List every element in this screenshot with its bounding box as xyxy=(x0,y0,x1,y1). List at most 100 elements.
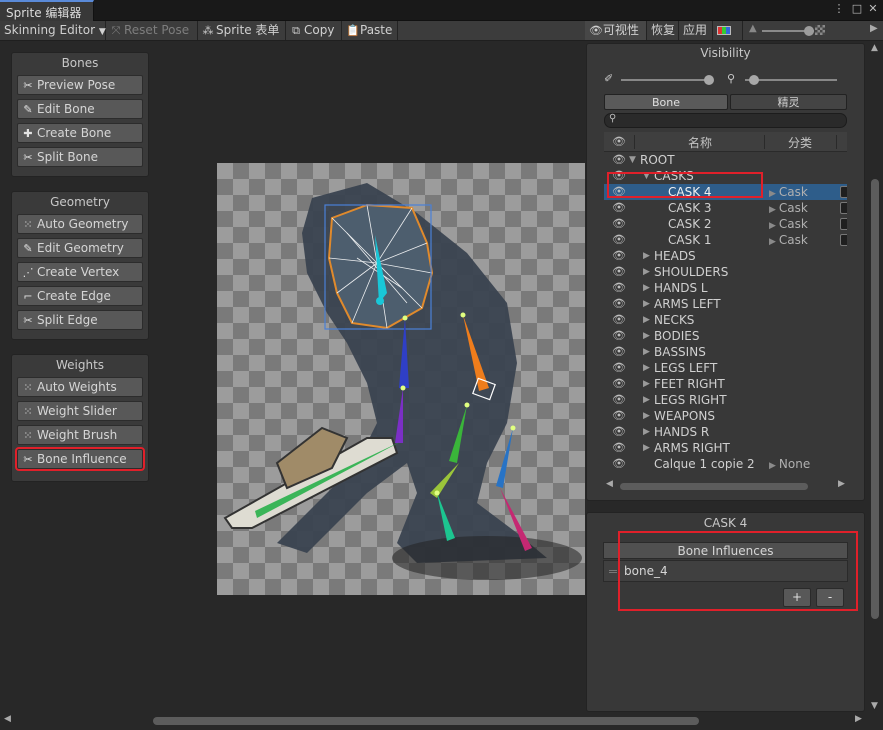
collapsed-arrow-icon[interactable]: ▶ xyxy=(643,264,650,280)
tree-row[interactable]: 👁 CASK 3 ▶ Cask xyxy=(604,200,847,216)
scroll-down-icon[interactable]: ▼ xyxy=(871,701,878,711)
right-vertical-scroll-thumb[interactable] xyxy=(871,179,879,619)
auto-geometry-button[interactable]: ⁙ Auto Geometry xyxy=(17,214,143,234)
tab-bone[interactable]: Bone xyxy=(604,94,728,110)
bone-opacity-slider-handle[interactable] xyxy=(704,75,714,85)
eye-icon[interactable]: 👁 xyxy=(612,216,626,232)
eye-icon[interactable]: 👁 xyxy=(612,312,626,328)
tree-row[interactable]: 👁 CASK 2 ▶ Cask xyxy=(604,216,847,232)
tree-row[interactable]: 👁 Calque 1 copie 2 ▶ None xyxy=(604,456,847,472)
collapsed-arrow-icon[interactable]: ▶ xyxy=(643,392,650,408)
tree-horizontal-scroll-thumb[interactable] xyxy=(620,483,808,490)
close-icon[interactable]: ✕ xyxy=(866,2,880,16)
collapsed-arrow-icon[interactable]: ▶ xyxy=(643,248,650,264)
tree-row[interactable]: 👁 ▶ ARMS LEFT xyxy=(604,296,847,312)
drag-handle-icon[interactable] xyxy=(609,570,617,573)
tree-row[interactable]: 👁 ▶ HEADS xyxy=(604,248,847,264)
tree-row[interactable]: 👁 CASK 1 ▶ Cask xyxy=(604,232,847,248)
reset-pose-button[interactable]: ⤧ Reset Pose xyxy=(106,21,198,40)
preview-pose-button[interactable]: ✂ Preview Pose xyxy=(17,75,143,95)
category-color-swatch[interactable] xyxy=(840,202,847,214)
color-channels-button[interactable] xyxy=(713,21,743,40)
tree-row[interactable]: 👁 ▶ BASSINS xyxy=(604,344,847,360)
apply-button[interactable]: 应用 xyxy=(679,21,713,40)
tree-row[interactable]: 👁 ▶ HANDS L xyxy=(604,280,847,296)
search-field[interactable]: ⚲ xyxy=(604,113,847,128)
right-vertical-scrollbar[interactable]: ▲ ▼ xyxy=(869,43,881,713)
column-category-header[interactable]: 分类 xyxy=(788,134,812,151)
collapsed-arrow-icon[interactable]: ▶ xyxy=(643,376,650,392)
tab-sprite[interactable]: 精灵 xyxy=(730,94,847,110)
revert-button[interactable]: 恢复 xyxy=(647,21,679,40)
split-bone-button[interactable]: ✂ Split Bone xyxy=(17,147,143,167)
eye-icon[interactable]: 👁 xyxy=(612,232,626,248)
tree-row[interactable]: 👁 ▶ LEGS RIGHT xyxy=(604,392,847,408)
edit-geometry-button[interactable]: ✎ Edit Geometry xyxy=(17,238,143,258)
category-color-swatch[interactable] xyxy=(840,218,847,230)
bone-influence-button[interactable]: ✂ Bone Influence xyxy=(15,447,145,471)
tree-row[interactable]: 👁 ▶ SHOULDERS xyxy=(604,264,847,280)
collapsed-arrow-icon[interactable]: ▶ xyxy=(643,312,650,328)
collapsed-arrow-icon[interactable]: ▶ xyxy=(643,424,650,440)
collapsed-arrow-icon[interactable]: ▶ xyxy=(643,328,650,344)
eye-icon[interactable]: 👁 xyxy=(612,344,626,360)
eye-icon[interactable]: 👁 xyxy=(612,152,626,168)
window-tab[interactable]: Sprite 编辑器 xyxy=(0,0,94,21)
mode-dropdown[interactable]: Skinning Editor ▼ xyxy=(0,21,106,40)
edit-bone-button[interactable]: ✎ Edit Bone xyxy=(17,99,143,119)
eye-icon[interactable]: 👁 xyxy=(612,392,626,408)
eye-icon[interactable]: 👁 xyxy=(612,296,626,312)
split-edge-button[interactable]: ✂ Split Edge xyxy=(17,310,143,330)
tree-row[interactable]: 👁 ▶ FEET RIGHT xyxy=(604,376,847,392)
opacity-slider-handle[interactable] xyxy=(804,26,814,36)
tree-row[interactable]: 👁 ▶ LEGS LEFT xyxy=(604,360,847,376)
eye-icon[interactable]: 👁 xyxy=(612,408,626,424)
visibility-toggle-button[interactable]: 👁可视性 xyxy=(585,21,647,40)
eye-icon[interactable]: 👁 xyxy=(612,440,626,456)
weight-brush-button[interactable]: ⁙ Weight Brush xyxy=(17,425,143,445)
create-vertex-button[interactable]: ⋰ Create Vertex xyxy=(17,262,143,282)
scroll-right-icon[interactable]: ▶ xyxy=(855,714,862,724)
bottom-horizontal-scroll-thumb[interactable] xyxy=(153,717,699,725)
collapsed-arrow-icon[interactable]: ▶ xyxy=(643,360,650,376)
create-edge-button[interactable]: ⌐ Create Edge xyxy=(17,286,143,306)
tree-row[interactable]: 👁 ▼ ROOT xyxy=(604,152,847,168)
collapsed-arrow-icon[interactable]: ▶ xyxy=(643,440,650,456)
collapsed-arrow-icon[interactable]: ▶ xyxy=(643,280,650,296)
tree-row[interactable]: 👁 ▶ HANDS R xyxy=(604,424,847,440)
more-options-icon[interactable]: ⋮ xyxy=(832,2,846,16)
bottom-horizontal-scrollbar[interactable]: ◀ ▶ xyxy=(0,713,868,728)
scroll-left-icon[interactable]: ◀ xyxy=(606,479,613,489)
scroll-up-icon[interactable]: ▲ xyxy=(871,43,878,53)
eye-icon[interactable]: 👁 xyxy=(612,248,626,264)
category-color-swatch[interactable] xyxy=(840,234,847,246)
sprite-opacity-slider-handle[interactable] xyxy=(749,75,759,85)
eye-icon[interactable]: 👁 xyxy=(612,376,626,392)
tree-row[interactable]: 👁 ▶ NECKS xyxy=(604,312,847,328)
tree-row[interactable]: 👁 ▶ BODIES xyxy=(604,328,847,344)
eye-icon[interactable]: 👁 xyxy=(612,328,626,344)
eye-icon[interactable]: 👁 xyxy=(612,424,626,440)
collapsed-arrow-icon[interactable]: ▶ xyxy=(643,296,650,312)
collapsed-arrow-icon[interactable]: ▶ xyxy=(643,408,650,424)
scroll-left-icon[interactable]: ◀ xyxy=(4,714,11,724)
paste-button[interactable]: 📋Paste xyxy=(342,21,398,40)
collapsed-arrow-icon[interactable]: ▶ xyxy=(643,344,650,360)
tree-row-category[interactable]: ▶ None xyxy=(769,456,810,474)
eye-icon[interactable]: 👁 xyxy=(612,456,626,472)
weight-slider-button[interactable]: ⁙ Weight Slider xyxy=(17,401,143,421)
eye-icon[interactable]: 👁 xyxy=(612,264,626,280)
create-bone-button[interactable]: ✚ Create Bone xyxy=(17,123,143,143)
copy-button[interactable]: ⧉ Copy xyxy=(286,21,342,40)
sprite-sheet-button[interactable]: ⁂ Sprite 表单 xyxy=(198,21,286,40)
auto-weights-button[interactable]: ⁙ Auto Weights xyxy=(17,377,143,397)
category-color-swatch[interactable] xyxy=(840,186,847,198)
expand-icon[interactable]: ▶ xyxy=(870,23,878,34)
eye-icon[interactable]: 👁 xyxy=(612,280,626,296)
tree-horizontal-scrollbar[interactable]: ◀ ▶ xyxy=(604,479,847,492)
expanded-arrow-icon[interactable]: ▼ xyxy=(629,152,636,168)
sprite-canvas[interactable] xyxy=(217,163,585,595)
column-name-header[interactable]: 名称 xyxy=(688,134,712,151)
tree-row[interactable]: 👁 ▶ ARMS RIGHT xyxy=(604,440,847,456)
scroll-right-icon[interactable]: ▶ xyxy=(838,479,845,489)
